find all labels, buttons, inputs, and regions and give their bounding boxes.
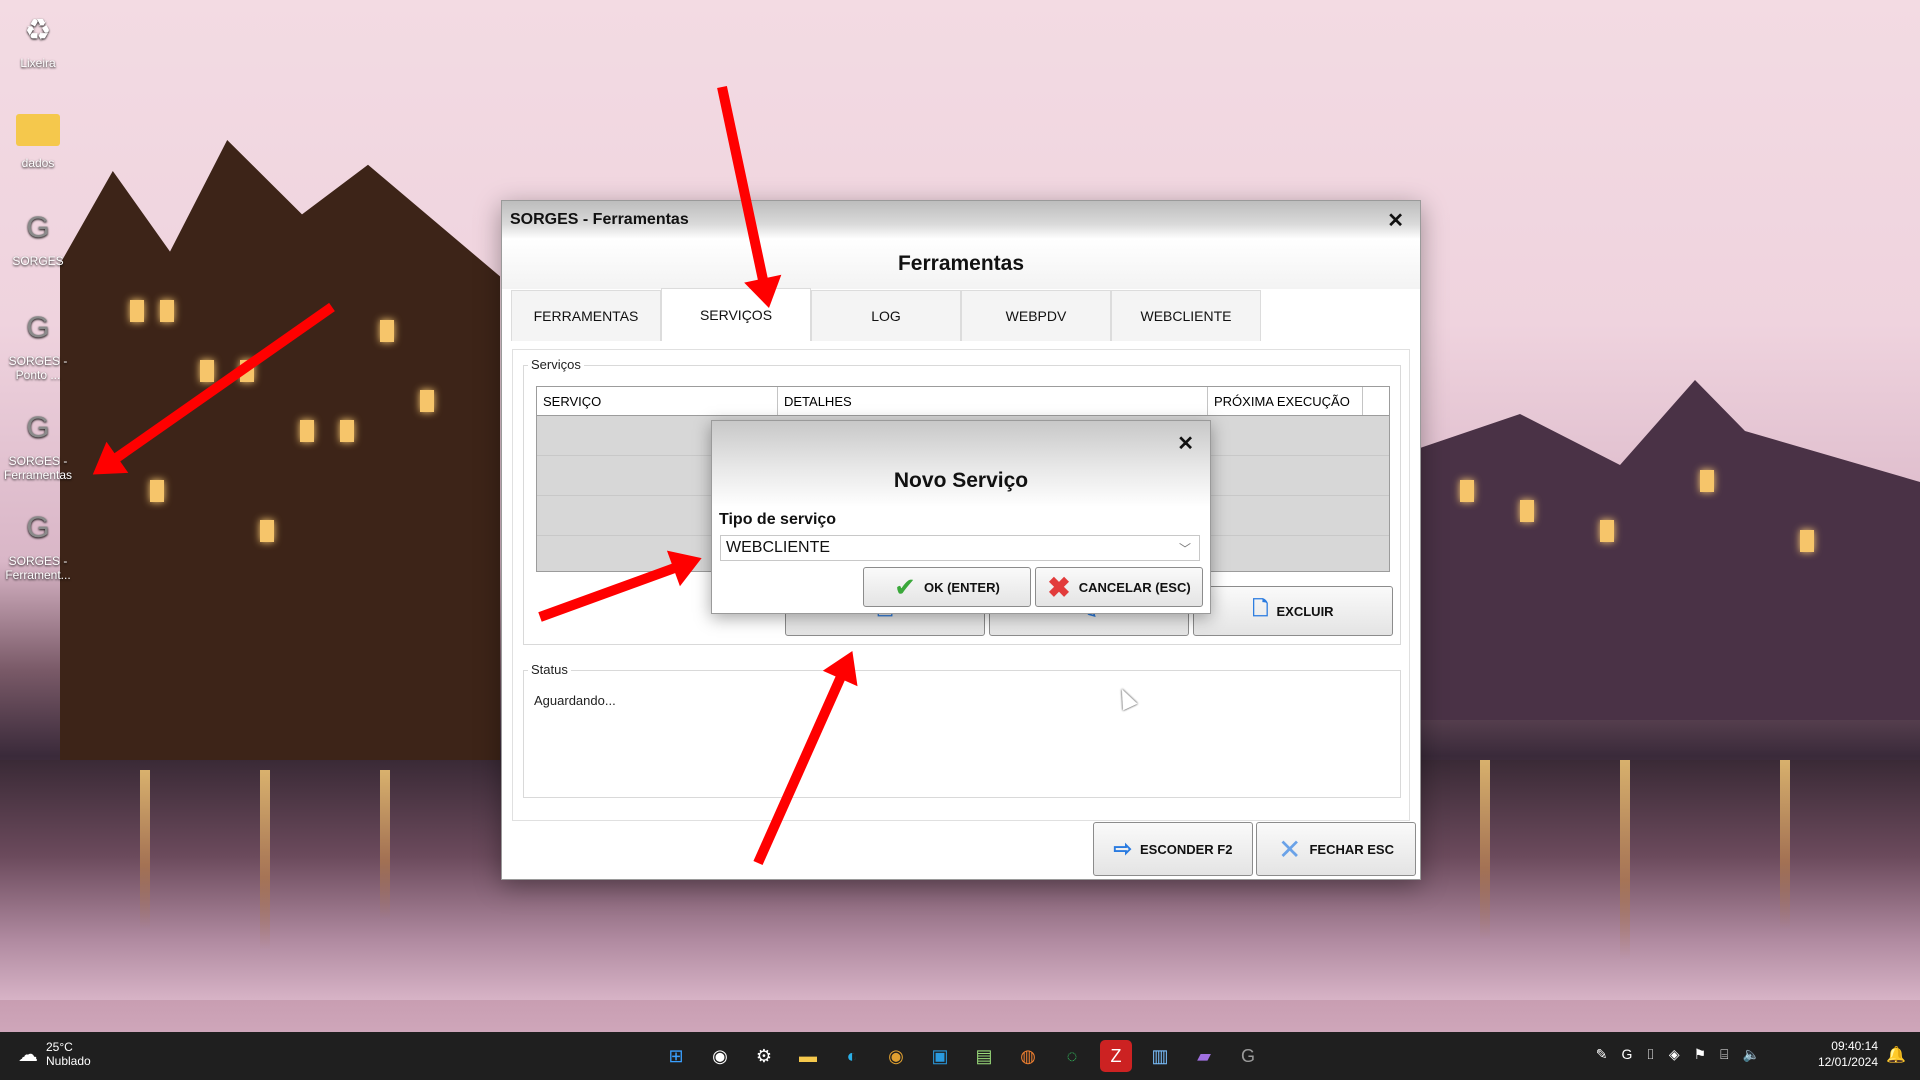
desktop-icon-sorges-ferrament[interactable]: G SORGES - Ferrament... — [4, 506, 72, 582]
services-group-label: Serviços — [528, 357, 584, 372]
column-proxima-execucao[interactable]: PRÓXIMA EXECUÇÃO — [1208, 387, 1363, 415]
building-right — [1420, 380, 1920, 720]
status-group: Status Aguardando... — [523, 662, 1401, 798]
notification-bell-icon[interactable]: 🔔 — [1886, 1045, 1906, 1065]
column-servico[interactable]: SERVIÇO — [537, 387, 778, 415]
cancel-x-icon: ✖ — [1047, 571, 1071, 603]
whatsapp-icon[interactable]: ◌ — [1056, 1040, 1088, 1072]
desktop-icon-label: Lixeira — [20, 56, 56, 70]
store-icon[interactable]: ▣ — [924, 1040, 956, 1072]
tab-webcliente[interactable]: WEBCLIENTE — [1111, 290, 1261, 341]
sorges-taskbar-icon[interactable]: G — [1232, 1040, 1264, 1072]
tab-ferramentas[interactable]: FERRAMENTAS — [511, 290, 661, 341]
delete-button-label: EXCLUIR — [1276, 603, 1334, 619]
defender-icon[interactable]: ◈ — [1669, 1046, 1680, 1063]
cancel-button-label: CANCELAR (ESC) — [1078, 579, 1191, 595]
close-x-icon: ✕ — [1278, 833, 1302, 865]
system-tray: ✎ G ⌷ ◈ ⚑ ⌸ 🔈 — [1596, 1046, 1760, 1063]
clock[interactable]: 09:40:14 12/01/2024 — [1818, 1038, 1878, 1070]
edge-icon[interactable]: ◐ — [836, 1040, 868, 1072]
window-close-button[interactable]: ✕ — [1379, 208, 1412, 233]
sorges-app-icon: G — [26, 511, 50, 544]
desktop-icon-sorges-ferramentas[interactable]: G SORGES - Ferramentas — [4, 406, 72, 482]
usb-icon[interactable]: ⌷ — [1646, 1046, 1654, 1063]
network-share-icon[interactable]: ⚑ — [1694, 1046, 1707, 1063]
video-icon[interactable]: ▰ — [1188, 1040, 1220, 1072]
status-text: Aguardando... — [534, 693, 616, 708]
chevron-down-icon: ﹀ — [1178, 541, 1191, 556]
window-title: SORGES - Ferramentas — [510, 211, 689, 228]
notepad-icon[interactable]: ▤ — [968, 1040, 1000, 1072]
windows-start-icon[interactable]: ⊞ — [660, 1040, 692, 1072]
close-button-label: FECHAR ESC — [1309, 841, 1394, 857]
dialog-close-button[interactable]: ✕ — [1177, 431, 1194, 456]
taskbar-apps: ⊞ ◉ ⚙ ▬ ◐ ◉ ▣ ▤ ◍ ◌ Z ▥ ▰ G — [660, 1040, 1264, 1072]
desktop-icon-dados[interactable]: dados — [4, 108, 72, 170]
desktop-icon-sorges-ponto[interactable]: G SORGES - Ponto ... — [4, 306, 72, 382]
desktop-icon-label: SORGES — [12, 254, 64, 268]
tab-webpdv[interactable]: WEBPDV — [961, 290, 1111, 341]
ok-button-label: OK (ENTER) — [923, 579, 1000, 595]
folder-icon — [16, 108, 60, 152]
cloud-icon: ☁ — [18, 1043, 38, 1066]
tab-log[interactable]: LOG — [811, 290, 961, 341]
chrome-icon[interactable]: ◉ — [880, 1040, 912, 1072]
table-header: SERVIÇO DETALHES PRÓXIMA EXECUÇÃO — [537, 387, 1389, 416]
arrow-right-icon: ⇨ — [1113, 836, 1132, 861]
new-service-dialog: ✕ Novo Serviço Tipo de serviço WEBCLIENT… — [711, 420, 1211, 614]
service-type-value: WEBCLIENTE — [726, 539, 831, 556]
hide-button[interactable]: ⇨ ESCONDER F2 — [1093, 822, 1253, 876]
sorges-tray-icon[interactable]: G — [1622, 1046, 1633, 1063]
checkmark-icon: ✔ — [894, 571, 916, 602]
service-type-select[interactable]: WEBCLIENTE ﹀ — [720, 535, 1200, 561]
sorges-app-icon: G — [26, 311, 50, 344]
desktop-icon-label: SORGES - Ponto ... — [8, 354, 68, 382]
column-detalhes[interactable]: DETALHES — [778, 387, 1208, 415]
network-icon[interactable]: ⌸ — [1720, 1046, 1728, 1063]
dialog-header: ✕ Novo Serviço — [712, 421, 1210, 507]
desktop-icon-label: SORGES - Ferrament... — [5, 554, 71, 582]
clock-time: 09:40:14 — [1831, 1039, 1878, 1053]
window-header: Ferramentas — [502, 239, 1420, 289]
hide-button-label: ESCONDER F2 — [1139, 841, 1233, 857]
delete-document-icon: 🗋 — [1252, 598, 1269, 620]
desktop-icon-label: SORGES - Ferramentas — [4, 454, 73, 482]
recycle-bin-icon: ♻ — [24, 13, 52, 47]
service-type-label: Tipo de serviço — [719, 511, 837, 528]
desktop-icon-sorges[interactable]: G SORGES — [4, 206, 72, 268]
weather-temp: 25°C — [46, 1040, 73, 1054]
cancel-button[interactable]: ✖ CANCELAR (ESC) — [1035, 567, 1203, 607]
tab-bar: FERRAMENTAS SERVIÇOS LOG WEBPDV WEBCLIEN… — [502, 288, 1420, 341]
weather-desc: Nublado — [46, 1054, 91, 1068]
desktop-icon-recycle-bin[interactable]: ♻ Lixeira — [4, 8, 72, 71]
chrome-icon[interactable]: ◉ — [704, 1040, 736, 1072]
tab-servicos[interactable]: SERVIÇOS — [661, 288, 811, 341]
file-explorer-icon[interactable]: ▬ — [792, 1040, 824, 1072]
sorges-app-icon: G — [26, 211, 50, 244]
dialog-title: Novo Serviço — [893, 469, 1029, 492]
desktop-icon-label: dados — [21, 156, 55, 170]
sorges-app-icon: G — [26, 411, 50, 444]
pen-icon[interactable]: ✎ — [1596, 1046, 1608, 1063]
firefox-icon[interactable]: ◍ — [1012, 1040, 1044, 1072]
clock-date: 12/01/2024 — [1817, 1055, 1878, 1069]
weather-widget[interactable]: ☁ 25°C Nublado — [18, 1040, 91, 1068]
status-group-label: Status — [528, 662, 571, 677]
window-titlebar: SORGES - Ferramentas ✕ — [502, 201, 1420, 239]
volume-icon[interactable]: 🔈 — [1743, 1046, 1760, 1063]
taskbar: ☁ 25°C Nublado ⊞ ◉ ⚙ ▬ ◐ ◉ ▣ ▤ ◍ ◌ Z ▥ ▰… — [0, 1032, 1920, 1080]
filezilla-icon[interactable]: Z — [1100, 1040, 1132, 1072]
notes-icon[interactable]: ▥ — [1144, 1040, 1176, 1072]
settings-icon[interactable]: ⚙ — [748, 1040, 780, 1072]
delete-service-button[interactable]: 🗋 EXCLUIR — [1193, 586, 1393, 636]
ok-button[interactable]: ✔ OK (ENTER) — [863, 567, 1031, 607]
close-button[interactable]: ✕ FECHAR ESC — [1256, 822, 1416, 876]
